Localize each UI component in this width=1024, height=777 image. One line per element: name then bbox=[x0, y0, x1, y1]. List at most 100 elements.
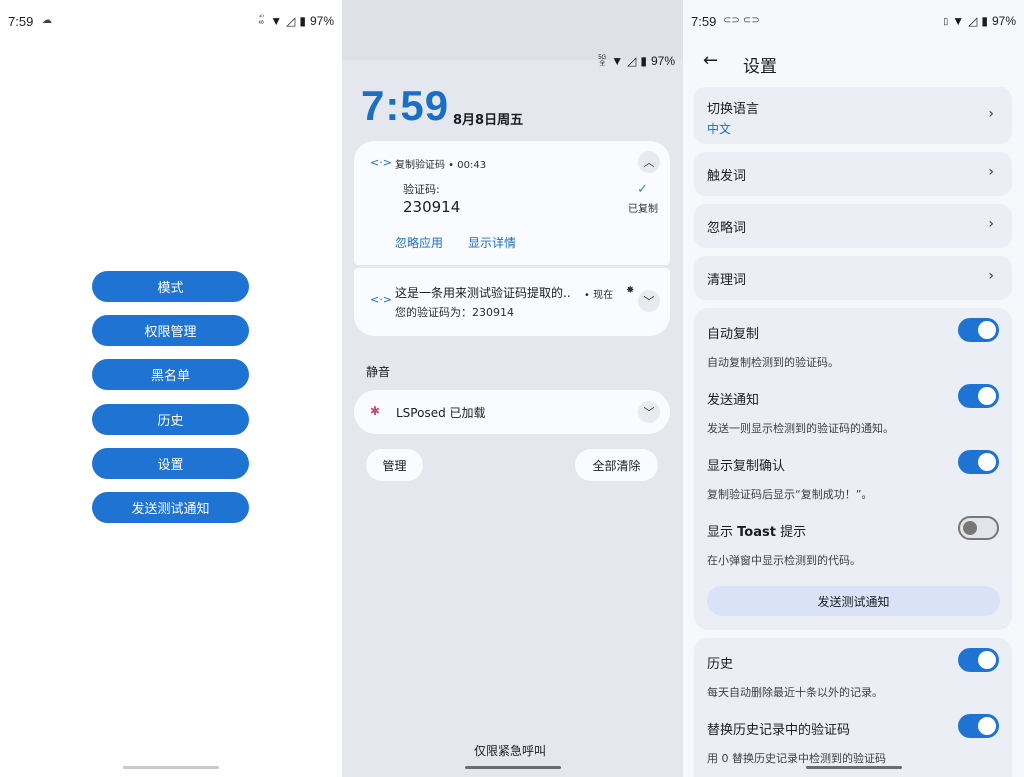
notification-time: • 现在 bbox=[584, 290, 614, 301]
language-value: 中文 bbox=[707, 122, 732, 136]
gesture-bar[interactable] bbox=[123, 766, 219, 769]
show-copy-confirm-title: 显示复制确认 bbox=[707, 459, 786, 474]
vibrate-icon: ▯ bbox=[943, 15, 949, 26]
status-right: ⁴⁰ ᴷᴮ ▼ ◿ ▮ 97% bbox=[256, 14, 334, 28]
chevron-right-icon: › bbox=[988, 106, 994, 122]
replace-code-title: 替换历史记录中的验证码 bbox=[707, 723, 851, 738]
battery-icon: ▮ bbox=[640, 54, 647, 68]
notification-app-title: 复制验证码 • 00:43 bbox=[395, 160, 487, 171]
signal-icon: ◿ bbox=[627, 54, 637, 68]
copied-label: 已复制 bbox=[628, 204, 658, 215]
battery-percent: 97% bbox=[650, 54, 675, 68]
notification-title: LSPosed 已加载 bbox=[396, 406, 486, 420]
check-icon: ✓ bbox=[637, 182, 648, 197]
signal-icon: ◿ bbox=[286, 14, 296, 28]
clock-time: 7:59 bbox=[361, 82, 450, 129]
code-value: 230914 bbox=[403, 198, 461, 216]
replace-code-toggle[interactable] bbox=[958, 714, 999, 738]
trigger-words-title: 触发词 bbox=[707, 169, 747, 184]
show-details-action[interactable]: 显示详情 bbox=[468, 234, 516, 251]
back-arrow-icon[interactable]: ← bbox=[703, 50, 718, 71]
expand-icon[interactable]: ﹀ bbox=[638, 401, 660, 423]
language-setting[interactable]: 切换语言 中文 › bbox=[694, 87, 1012, 144]
wifi-icon: ▼ bbox=[952, 14, 965, 28]
code-notification[interactable]: <·> 复制验证码 • 00:43 ︿ 验证码: 230914 ✓ 已复制 忽略… bbox=[354, 141, 670, 265]
status-right: ▯ ▼ ◿ ▮ 97% bbox=[943, 14, 1016, 28]
bug-icon: ✸ bbox=[626, 285, 635, 296]
auto-copy-title: 自动复制 bbox=[707, 327, 760, 342]
send-notification-title: 发送通知 bbox=[707, 393, 760, 408]
language-title: 切换语言 bbox=[707, 102, 760, 117]
wifi-icon: ▼ bbox=[270, 14, 283, 28]
show-copy-confirm-desc: 复制验证码后显示“复制成功！”。 bbox=[707, 488, 873, 501]
status-time: 7:59 bbox=[8, 14, 34, 29]
silent-section-label: 静音 bbox=[366, 365, 391, 379]
status-time: 7:59 bbox=[691, 14, 717, 29]
status-right: 5G 全 ▼ ◿ ▮ 97% bbox=[597, 54, 675, 68]
battery-icon: ▮ bbox=[981, 14, 988, 28]
show-toast-title: 显示 Toast 提示 bbox=[707, 525, 807, 540]
send-notification-toggle[interactable] bbox=[958, 384, 999, 408]
lsposed-notification[interactable]: ✱ LSPosed 已加载 ﹀ bbox=[354, 390, 670, 434]
app-icon: <·> bbox=[370, 293, 392, 306]
gesture-bar[interactable] bbox=[464, 766, 561, 769]
notification-title: 这是一条用来测试验证码提取的.. bbox=[395, 286, 571, 300]
history-toggle[interactable] bbox=[958, 648, 999, 672]
link-icon: ⊂⊃ ⊂⊃ bbox=[723, 15, 760, 26]
history-button[interactable]: 历史 bbox=[92, 404, 249, 435]
show-toast-toggle[interactable] bbox=[958, 516, 999, 540]
expand-icon[interactable]: ﹀ bbox=[638, 290, 660, 312]
clock-date: 8月8日周五 bbox=[453, 113, 524, 128]
collapse-icon[interactable]: ︿ bbox=[638, 151, 660, 173]
send-notification-desc: 发送一则显示检测到的验证码的通知。 bbox=[707, 422, 894, 435]
history-title: 历史 bbox=[707, 657, 734, 672]
test-notification[interactable]: <·> 这是一条用来测试验证码提取的.. • 现在 ✸ 您的验证码为：23091… bbox=[354, 268, 670, 336]
app-icon: <·> bbox=[370, 156, 392, 169]
history-desc: 每天自动删除最近十条以外的记录。 bbox=[707, 686, 883, 699]
battery-percent: 97% bbox=[991, 14, 1016, 28]
emergency-calls-only: 仅限紧急呼叫 bbox=[474, 744, 547, 758]
page-title: 设置 bbox=[743, 57, 777, 77]
chevron-right-icon: › bbox=[988, 268, 994, 284]
settings-screen: 7:59 ⊂⊃ ⊂⊃ ▯ ▼ ◿ ▮ 97% ← 设置 切换语言 中文 › 触发… bbox=[683, 0, 1024, 777]
send-test-notification-button[interactable]: 发送测试通知 bbox=[707, 586, 1000, 616]
trigger-words-setting[interactable]: 触发词 › bbox=[694, 152, 1012, 196]
status-bar: 7:59 ☁ ⁴⁰ ᴷᴮ ▼ ◿ ▮ 97% bbox=[0, 0, 342, 42]
clean-words-setting[interactable]: 清理词 › bbox=[694, 256, 1012, 300]
data-speed-icon: ⁴⁰ ᴷᴮ bbox=[258, 15, 264, 27]
gesture-bar[interactable] bbox=[805, 766, 902, 769]
history-settings-card: 历史 每天自动删除最近十条以外的记录。 替换历史记录中的验证码 用 0 替换历史… bbox=[694, 638, 1012, 777]
auto-copy-desc: 自动复制检测到的验证码。 bbox=[707, 356, 839, 369]
code-label: 验证码: bbox=[403, 183, 440, 196]
clear-all-button[interactable]: 全部清除 bbox=[575, 449, 658, 481]
status-bar: 7:59 ⊂⊃ ⊂⊃ ▯ ▼ ◿ ▮ 97% bbox=[683, 0, 1024, 42]
replace-code-desc: 用 0 替换历史记录中检测到的验证码 bbox=[707, 752, 886, 765]
notification-shade: 5G 全 ▼ ◿ ▮ 97% 7:59 8月8日周五 <·> 复制验证码 • 00… bbox=[342, 0, 683, 777]
auto-copy-toggle[interactable] bbox=[958, 318, 999, 342]
chevron-right-icon: › bbox=[988, 164, 994, 180]
blacklist-button[interactable]: 黑名单 bbox=[92, 359, 249, 390]
status-bar: 5G 全 ▼ ◿ ▮ 97% bbox=[342, 40, 683, 82]
settings-button[interactable]: 设置 bbox=[92, 448, 249, 479]
show-toast-desc: 在小弹窗中显示检测到的代码。 bbox=[707, 554, 861, 567]
main-screen: 7:59 ☁ ⁴⁰ ᴷᴮ ▼ ◿ ▮ 97% 模式 权限管理 黑名单 历史 设置 … bbox=[0, 0, 342, 777]
ignore-app-action[interactable]: 忽略应用 bbox=[395, 234, 443, 251]
mode-button[interactable]: 模式 bbox=[92, 271, 249, 302]
network-type-icon: 5G 全 bbox=[598, 55, 607, 67]
show-copy-confirm-toggle[interactable] bbox=[958, 450, 999, 474]
ignore-words-setting[interactable]: 忽略词 › bbox=[694, 204, 1012, 248]
signal-icon: ◿ bbox=[968, 14, 978, 28]
chevron-right-icon: › bbox=[988, 216, 994, 232]
notification-body: 您的验证码为：230914 bbox=[395, 306, 514, 319]
puzzle-icon: ✱ bbox=[370, 404, 381, 418]
permission-button[interactable]: 权限管理 bbox=[92, 315, 249, 346]
manage-button[interactable]: 管理 bbox=[366, 449, 423, 481]
battery-icon: ▮ bbox=[299, 14, 306, 28]
ignore-words-title: 忽略词 bbox=[707, 221, 747, 236]
send-test-notification-button[interactable]: 发送测试通知 bbox=[92, 492, 249, 523]
wifi-icon: ▼ bbox=[611, 54, 624, 68]
battery-percent: 97% bbox=[309, 14, 334, 28]
cloud-icon: ☁ bbox=[42, 15, 52, 26]
clean-words-title: 清理词 bbox=[707, 273, 747, 288]
behavior-settings-card: 自动复制 自动复制检测到的验证码。 发送通知 发送一则显示检测到的验证码的通知。… bbox=[694, 308, 1012, 630]
